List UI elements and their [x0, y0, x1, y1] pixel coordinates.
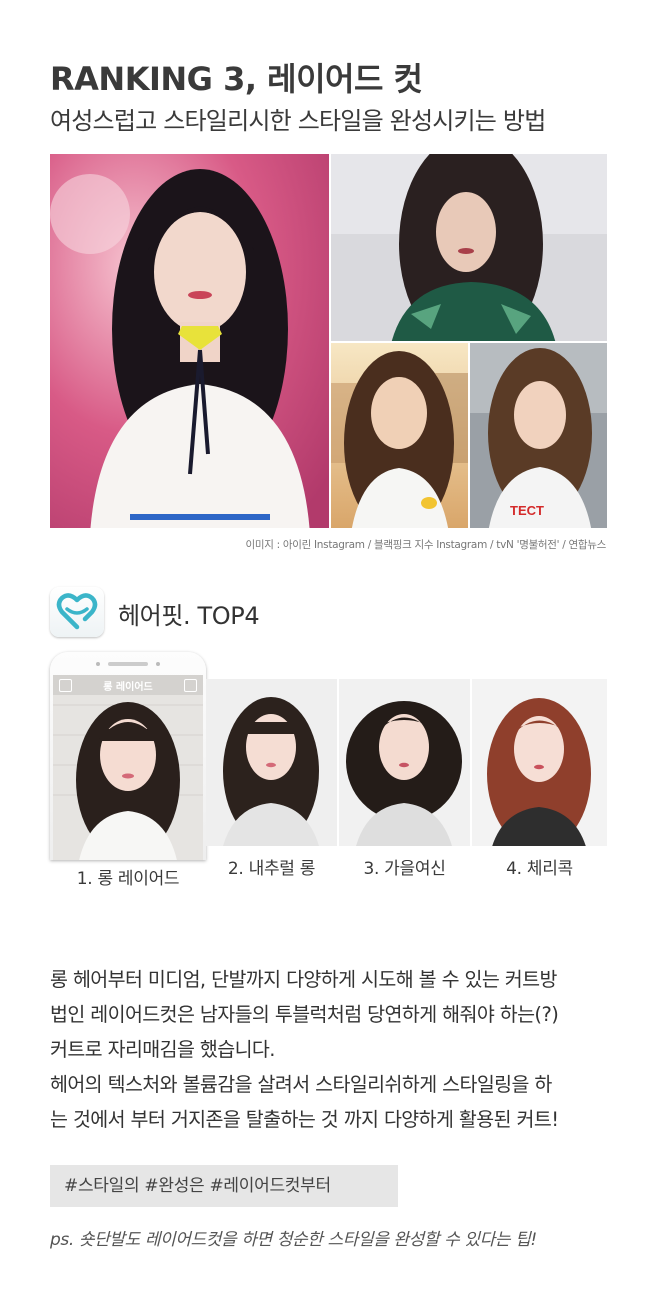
style-image-natural-long: [206, 679, 337, 846]
image-credit: 이미지 : 아이린 Instagram / 블랙핑크 지수 Instagram …: [245, 539, 607, 551]
style-label-3: 3. 가을여신: [363, 859, 446, 879]
phone-camera-dot: [96, 662, 100, 666]
page-subtitle: 여성스럽고 스타일리시한 스타일을 완성시키는 방법: [50, 107, 546, 135]
photo-top-right: [331, 154, 607, 341]
photo-irene: [50, 154, 329, 528]
body-line: 헤어의 텍스처와 볼륨감을 살려서 스타일리쉬하게 스타일링을 하: [50, 1073, 552, 1096]
body-line: 커트로 자리매김을 했습니다.: [50, 1038, 275, 1061]
body-paragraph: 롱 헤어부터 미디엄, 단발까지 다양하게 시도해 볼 수 있는 커트방 법인 …: [50, 962, 620, 1137]
style-image-cherry-coke: [472, 679, 607, 846]
phone-screen: 롱 레이어드: [53, 675, 203, 860]
phone-speaker: [108, 662, 148, 666]
phone-share-icon[interactable]: [184, 679, 197, 692]
body-line: 는 것에서 부터 거지존을 탈출하는 것 까지 다양하게 활용된 커트!: [50, 1108, 559, 1131]
body-line: 법인 레이어드컷은 남자들의 투블럭처럼 당연하게 해줘야 하는(?): [50, 1003, 559, 1026]
phone-sensor-dot: [156, 662, 160, 666]
style-label-1: 1. 롱 레이어드: [76, 869, 180, 889]
phone-screen-label: 롱 레이어드: [103, 682, 153, 693]
shirt-print: TECT: [510, 503, 544, 518]
app-title: 헤어핏. TOP4: [118, 602, 260, 630]
body-line: 롱 헤어부터 미디엄, 단발까지 다양하게 시도해 볼 수 있는 커트방: [50, 968, 557, 991]
style-label-2: 2. 내추럴 롱: [227, 859, 316, 879]
ps-note: ps. 숏단발도 레이어드컷을 하면 청순한 스타일을 완성할 수 있다는 팁!: [50, 1230, 537, 1250]
photo-bottom-middle: [331, 343, 468, 528]
style-image-autumn-goddess: [339, 679, 470, 846]
style-label-4: 4. 체리콕: [506, 859, 573, 879]
page-title: RANKING 3, 레이어드 컷: [50, 60, 423, 98]
hashtag-box: #스타일의 #완성은 #레이어드컷부터: [50, 1165, 398, 1207]
heart-icon: [56, 593, 98, 630]
photo-bottom-right: TECT: [470, 343, 607, 528]
app-logo: [50, 587, 104, 637]
